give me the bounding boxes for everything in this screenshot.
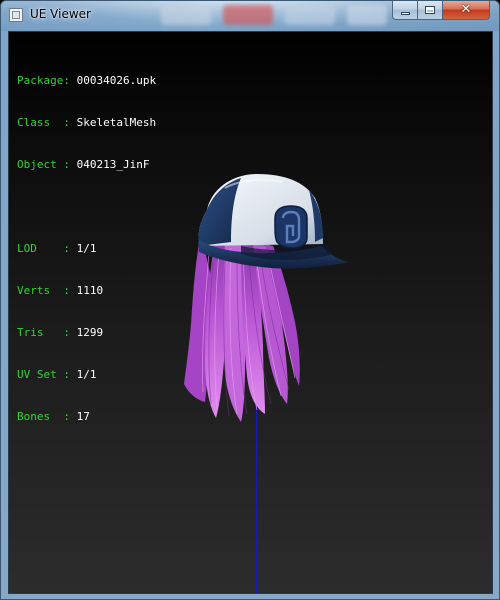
window-title: UE Viewer	[30, 7, 91, 21]
minimize-icon	[401, 12, 410, 15]
cap-logo-icon	[274, 205, 308, 249]
close-button[interactable]: ✕	[443, 1, 490, 20]
maximize-button[interactable]	[418, 1, 443, 20]
app-window: UE Viewer ✕ Package: 00034026.upk Class …	[0, 0, 500, 600]
background-blur	[347, 5, 387, 25]
3d-viewport[interactable]: Package: 00034026.upk Class : SkeletalMe…	[8, 31, 493, 594]
cap-mesh	[198, 174, 349, 269]
ue-viewer-app-icon[interactable]	[9, 8, 23, 22]
title-bar[interactable]: UE Viewer ✕	[1, 1, 499, 31]
background-blur	[285, 5, 335, 25]
minimize-button[interactable]	[392, 1, 418, 20]
background-blur	[223, 5, 273, 25]
background-blur	[161, 5, 211, 25]
close-icon: ✕	[460, 2, 472, 17]
maximize-icon	[425, 6, 435, 14]
skeletal-mesh-render[interactable]	[9, 32, 493, 594]
